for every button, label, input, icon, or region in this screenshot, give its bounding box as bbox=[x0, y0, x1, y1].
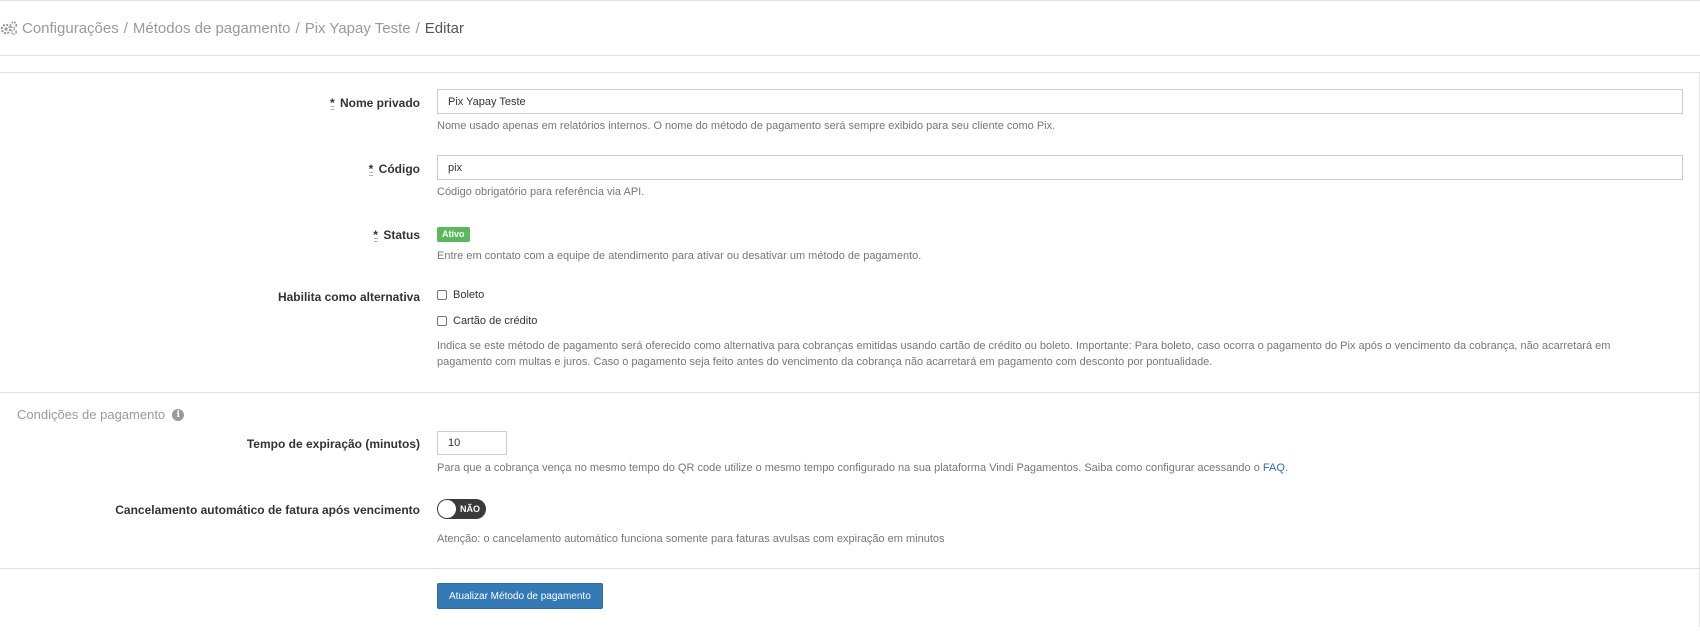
gears-icon bbox=[0, 21, 18, 36]
codigo-input[interactable] bbox=[437, 155, 1683, 180]
boleto-checkbox[interactable] bbox=[437, 290, 447, 300]
required-marker: *::: bbox=[368, 162, 374, 178]
cancelamento-help: Atenção: o cancelamento automático funci… bbox=[437, 533, 945, 545]
breadcrumb-separator: / bbox=[123, 19, 128, 37]
breadcrumb-separator: / bbox=[415, 19, 420, 37]
nome-privado-input[interactable] bbox=[437, 89, 1683, 114]
cartao-credito-label: Cartão de crédito bbox=[453, 315, 538, 327]
expiracao-label: Tempo de expiração (minutos) bbox=[246, 437, 420, 451]
status-badge: Ativo bbox=[437, 227, 470, 242]
breadcrumb-configuracoes[interactable]: Configurações bbox=[22, 20, 119, 37]
breadcrumb-pix-yapay[interactable]: Pix Yapay Teste bbox=[305, 20, 411, 37]
alternativa-cartao-option[interactable]: Cartão de crédito bbox=[437, 315, 537, 327]
toggle-label: NÃO bbox=[460, 504, 480, 514]
breadcrumb: Configurações / Métodos de pagamento / P… bbox=[0, 20, 464, 37]
footer-divider bbox=[0, 568, 1700, 569]
status-label: *::: Status bbox=[373, 228, 420, 244]
alternativa-help-line2: pagamento com multas e juros. Caso o pag… bbox=[437, 356, 1213, 368]
update-payment-method-button[interactable]: Atualizar Método de pagamento bbox=[437, 583, 603, 609]
expiracao-input[interactable] bbox=[437, 431, 507, 455]
cancelamento-toggle[interactable]: NÃO bbox=[437, 499, 486, 519]
required-marker: *::: bbox=[329, 96, 335, 112]
required-marker: *::: bbox=[373, 228, 378, 244]
page-header: Configurações / Métodos de pagamento / P… bbox=[0, 0, 1700, 56]
faq-link[interactable]: FAQ bbox=[1263, 462, 1285, 474]
conditions-section-title: Condições de pagamento i bbox=[17, 407, 185, 422]
info-icon[interactable]: i bbox=[172, 408, 185, 421]
codigo-label: *::: Código bbox=[368, 162, 420, 178]
breadcrumb-metodos-pagamento[interactable]: Métodos de pagamento bbox=[133, 20, 291, 37]
section-divider bbox=[0, 392, 1700, 393]
status-help: Entre em contato com a equipe de atendim… bbox=[437, 250, 922, 262]
alternativa-label: Habilita como alternativa bbox=[277, 290, 420, 304]
boleto-label: Boleto bbox=[453, 289, 485, 301]
breadcrumb-separator: / bbox=[295, 19, 300, 37]
nome-privado-label: *::: Nome privado bbox=[329, 96, 420, 112]
expiracao-help: Para que a cobrança vença no mesmo tempo… bbox=[437, 462, 1288, 474]
toggle-knob bbox=[438, 500, 456, 518]
codigo-help: Código obrigatório para referência via A… bbox=[437, 186, 645, 198]
nome-privado-help: Nome usado apenas em relatórios internos… bbox=[437, 120, 1056, 132]
breadcrumb-current: Editar bbox=[424, 19, 464, 37]
cartao-credito-checkbox[interactable] bbox=[437, 316, 447, 326]
alternativa-boleto-option[interactable]: Boleto bbox=[437, 289, 484, 301]
alternativa-help-line1: Indica se este método de pagamento será … bbox=[437, 340, 1611, 352]
cancelamento-label: Cancelamento automático de fatura após v… bbox=[115, 503, 420, 517]
